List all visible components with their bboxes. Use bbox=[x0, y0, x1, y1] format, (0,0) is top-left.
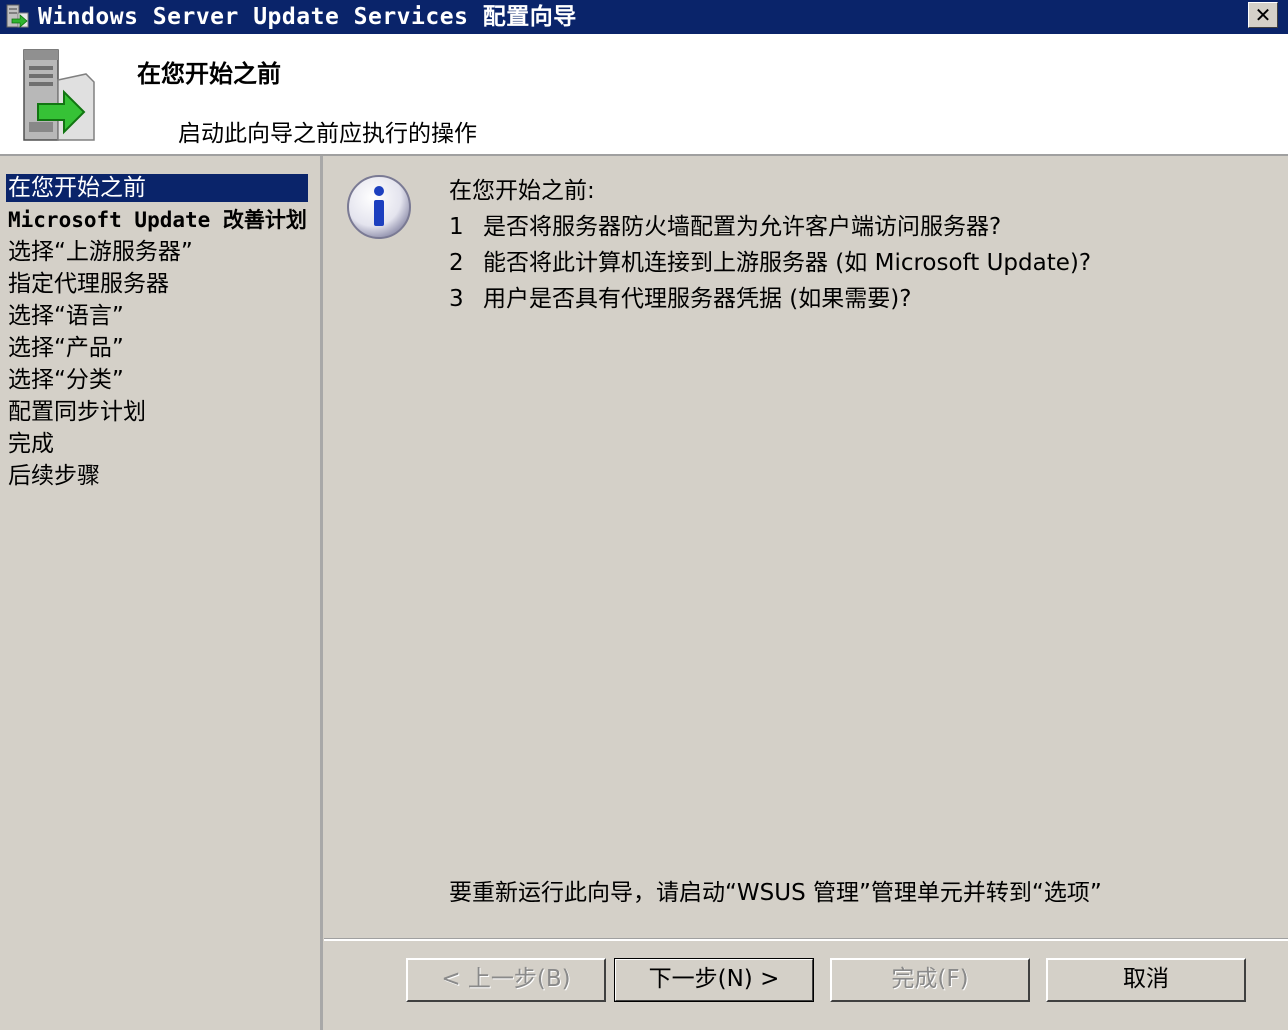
title-bar: Windows Server Update Services 配置向导 ✕ bbox=[0, 0, 1288, 34]
close-button[interactable]: ✕ bbox=[1248, 2, 1278, 28]
back-button[interactable]: < 上一步(B) bbox=[406, 958, 606, 1002]
server-update-icon bbox=[23, 49, 95, 141]
nav-step-choose-languages[interactable]: 选择“语言” bbox=[6, 302, 128, 330]
nav-step-finished[interactable]: 完成 bbox=[6, 430, 58, 458]
wizard-steps-nav: 在您开始之前 Microsoft Update 改善计划 选择“上游服务器” 指… bbox=[0, 156, 323, 1030]
nav-step-configure-sync-schedule[interactable]: 配置同步计划 bbox=[6, 398, 150, 426]
intro-text: 在您开始之前: bbox=[449, 178, 595, 204]
question-text: 用户是否具有代理服务器凭据 (如果需要)? bbox=[483, 286, 912, 312]
nav-step-whats-next[interactable]: 后续步骤 bbox=[6, 462, 104, 490]
page-subtitle: 启动此向导之前应执行的操作 bbox=[178, 121, 477, 147]
window-title: Windows Server Update Services 配置向导 bbox=[38, 4, 577, 30]
wizard-content: 在您开始之前: 1 是否将服务器防火墙配置为允许客户端访问服务器? 2 能否将此计算… bbox=[324, 156, 1288, 938]
button-separator bbox=[324, 938, 1288, 941]
next-button[interactable]: 下一步(N) > bbox=[614, 958, 814, 1002]
nav-step-specify-proxy-server[interactable]: 指定代理服务器 bbox=[6, 270, 173, 298]
wsus-app-icon bbox=[6, 4, 29, 28]
nav-step-choose-upstream-server[interactable]: 选择“上游服务器” bbox=[6, 238, 197, 266]
question-number: 1 bbox=[449, 214, 464, 240]
rerun-note: 要重新运行此向导，请启动“WSUS 管理”管理单元并转到“选项” bbox=[449, 880, 1102, 906]
finish-button[interactable]: 完成(F) bbox=[830, 958, 1030, 1002]
nav-step-choose-classifications[interactable]: 选择“分类” bbox=[6, 366, 128, 394]
question-item: 3 用户是否具有代理服务器凭据 (如果需要)? bbox=[449, 279, 911, 313]
question-item: 2 能否将此计算机连接到上游服务器 (如 Microsoft Update)? bbox=[449, 243, 1091, 277]
page-title: 在您开始之前 bbox=[137, 60, 281, 88]
nav-step-microsoft-update-program[interactable]: Microsoft Update 改善计划 bbox=[6, 206, 311, 234]
question-number: 2 bbox=[449, 250, 464, 276]
question-number: 3 bbox=[449, 286, 464, 312]
question-text: 能否将此计算机连接到上游服务器 (如 Microsoft Update)? bbox=[483, 250, 1092, 276]
question-text: 是否将服务器防火墙配置为允许客户端访问服务器? bbox=[483, 214, 1002, 240]
nav-step-choose-products[interactable]: 选择“产品” bbox=[6, 334, 128, 362]
question-item: 1 是否将服务器防火墙配置为允许客户端访问服务器? bbox=[449, 207, 1001, 241]
cancel-button[interactable]: 取消 bbox=[1046, 958, 1246, 1002]
wizard-header: 在您开始之前 启动此向导之前应执行的操作 bbox=[0, 34, 1288, 156]
information-icon bbox=[347, 175, 411, 239]
nav-step-before-you-begin[interactable]: 在您开始之前 bbox=[6, 174, 308, 202]
